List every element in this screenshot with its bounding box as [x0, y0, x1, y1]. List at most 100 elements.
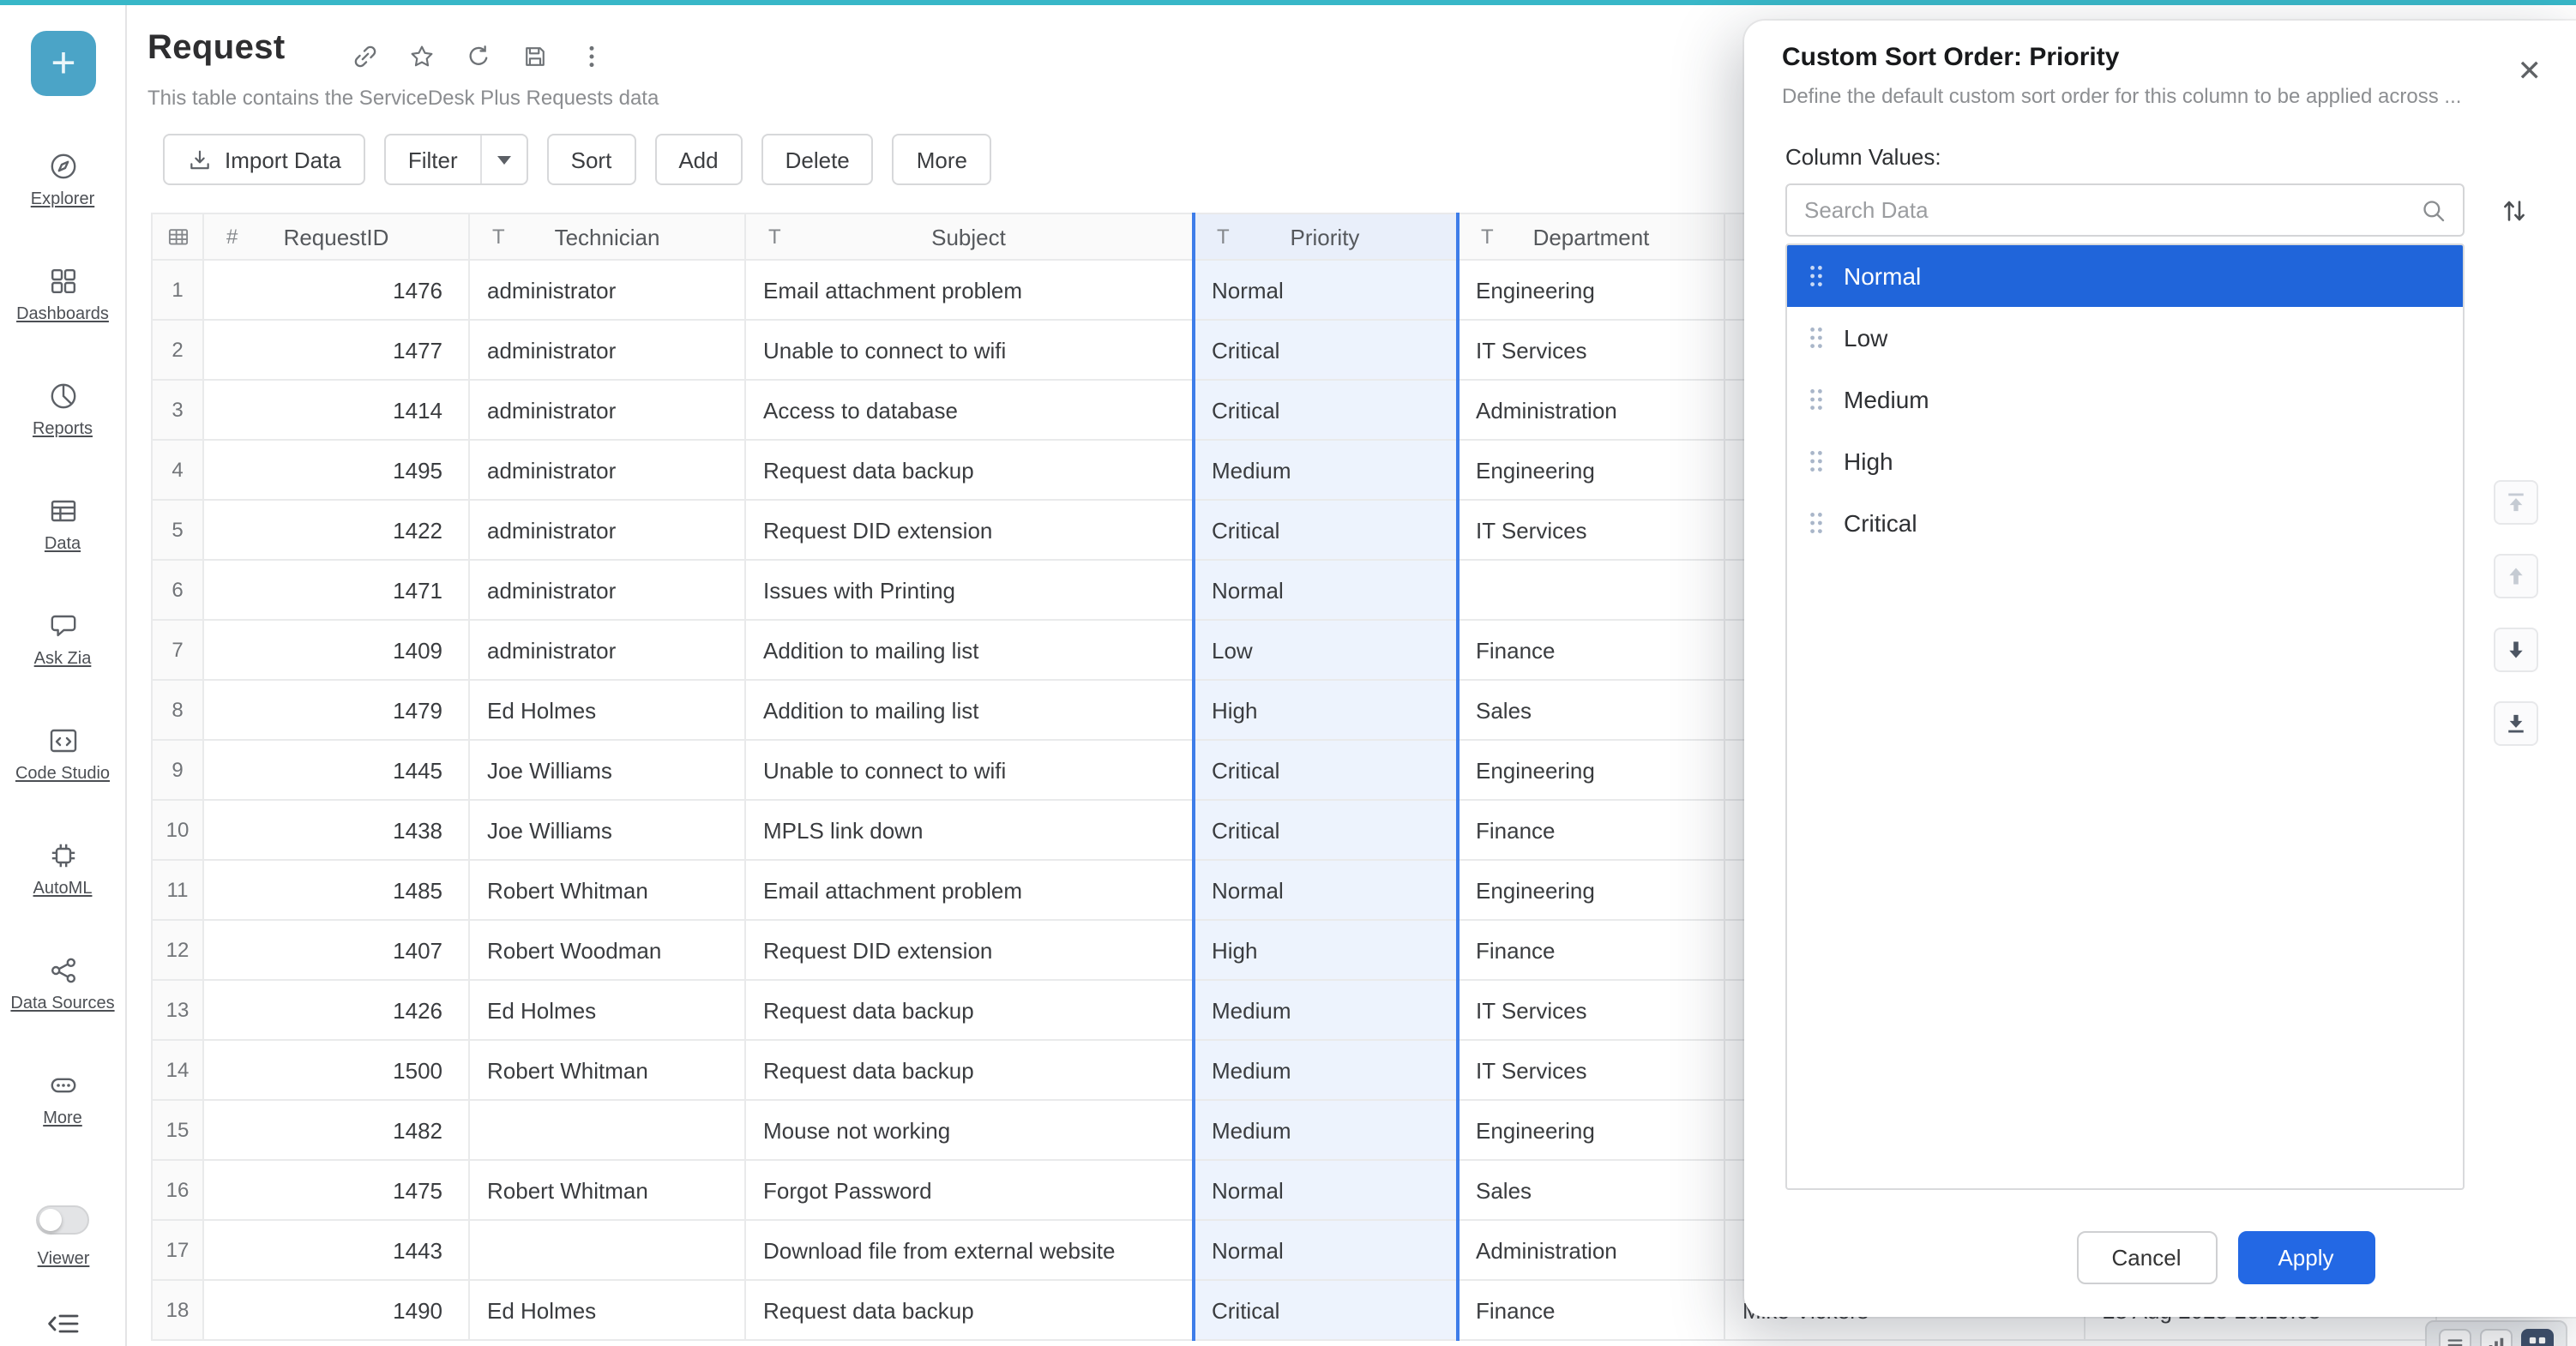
- cell-rownum[interactable]: 13: [152, 980, 203, 1040]
- move-top-button[interactable]: [2494, 480, 2538, 525]
- cell-subject[interactable]: Forgot Password: [745, 1160, 1193, 1220]
- cell-technician[interactable]: [469, 1220, 745, 1280]
- kebab-icon[interactable]: [578, 43, 605, 70]
- select-all-grid-icon[interactable]: [166, 225, 190, 249]
- column-header-rownum[interactable]: [152, 213, 203, 260]
- cell-request_id[interactable]: 1485: [203, 860, 469, 920]
- sort-direction-icon[interactable]: [2494, 190, 2535, 231]
- cell-request_id[interactable]: 1479: [203, 680, 469, 740]
- cell-rownum[interactable]: 9: [152, 740, 203, 800]
- refresh-icon[interactable]: [465, 43, 492, 70]
- column-header-priority[interactable]: TPriority: [1193, 213, 1457, 260]
- cell-priority[interactable]: Normal: [1193, 560, 1457, 620]
- drag-handle-icon[interactable]: [1808, 386, 1825, 413]
- cell-priority[interactable]: Critical: [1193, 740, 1457, 800]
- cell-rownum[interactable]: 3: [152, 380, 203, 440]
- sidebar-item-reports[interactable]: Reports: [0, 381, 125, 496]
- cell-subject[interactable]: Addition to mailing list: [745, 620, 1193, 680]
- sort-value-high[interactable]: High: [1787, 430, 2463, 492]
- drag-handle-icon[interactable]: [1808, 509, 1825, 537]
- cell-department[interactable]: Engineering: [1457, 260, 1724, 320]
- cell-priority[interactable]: Normal: [1193, 1220, 1457, 1280]
- sort-value-low[interactable]: Low: [1787, 307, 2463, 369]
- cell-subject[interactable]: Request data backup: [745, 1280, 1193, 1340]
- cell-subject[interactable]: Email attachment problem: [745, 260, 1193, 320]
- cell-rownum[interactable]: 1: [152, 260, 203, 320]
- cell-request_id[interactable]: 1490: [203, 1280, 469, 1340]
- cell-technician[interactable]: Robert Whitman: [469, 1160, 745, 1220]
- cell-priority[interactable]: Low: [1193, 620, 1457, 680]
- cell-rownum[interactable]: 11: [152, 860, 203, 920]
- cell-priority[interactable]: Normal: [1193, 860, 1457, 920]
- cell-technician[interactable]: Ed Holmes: [469, 680, 745, 740]
- create-button[interactable]: +: [31, 31, 96, 96]
- apply-button[interactable]: Apply: [2237, 1231, 2374, 1284]
- cell-rownum[interactable]: 6: [152, 560, 203, 620]
- cell-department[interactable]: Administration: [1457, 1220, 1724, 1280]
- cell-technician[interactable]: administrator: [469, 560, 745, 620]
- cell-subject[interactable]: Unable to connect to wifi: [745, 320, 1193, 380]
- sidebar-item-data[interactable]: Data: [0, 496, 125, 610]
- cell-department[interactable]: Engineering: [1457, 860, 1724, 920]
- cell-subject[interactable]: Request data backup: [745, 1040, 1193, 1100]
- grid-view-icon[interactable]: [2521, 1329, 2554, 1346]
- cell-request_id[interactable]: 1475: [203, 1160, 469, 1220]
- cell-department[interactable]: Sales: [1457, 680, 1724, 740]
- cell-department[interactable]: IT Services: [1457, 1040, 1724, 1100]
- cell-subject[interactable]: Email attachment problem: [745, 860, 1193, 920]
- search-input[interactable]: [1787, 185, 2463, 235]
- cell-priority[interactable]: Medium: [1193, 980, 1457, 1040]
- cell-rownum[interactable]: 7: [152, 620, 203, 680]
- column-header-request_id[interactable]: #RequestID: [203, 213, 469, 260]
- drag-handle-icon[interactable]: [1808, 324, 1825, 352]
- toolbar-filter-button[interactable]: Filter: [384, 134, 528, 185]
- cell-rownum[interactable]: 5: [152, 500, 203, 560]
- cell-request_id[interactable]: 1438: [203, 800, 469, 860]
- cell-request_id[interactable]: 1443: [203, 1220, 469, 1280]
- cell-technician[interactable]: administrator: [469, 380, 745, 440]
- cell-department[interactable]: Finance: [1457, 620, 1724, 680]
- link-icon[interactable]: [352, 43, 379, 70]
- cell-priority[interactable]: High: [1193, 680, 1457, 740]
- cell-technician[interactable]: Robert Woodman: [469, 920, 745, 980]
- sidebar-item-data-sources[interactable]: Data Sources: [0, 955, 125, 1070]
- column-header-subject[interactable]: TSubject: [745, 213, 1193, 260]
- collapse-sidebar-icon[interactable]: [46, 1308, 81, 1339]
- column-header-department[interactable]: TDepartment: [1457, 213, 1724, 260]
- list-view-icon[interactable]: [2439, 1329, 2471, 1346]
- cell-priority[interactable]: Medium: [1193, 440, 1457, 500]
- cell-priority[interactable]: Medium: [1193, 1040, 1457, 1100]
- cell-technician[interactable]: Joe Williams: [469, 740, 745, 800]
- chart-view-icon[interactable]: [2480, 1329, 2513, 1346]
- cell-technician[interactable]: Ed Holmes: [469, 1280, 745, 1340]
- cell-technician[interactable]: Ed Holmes: [469, 980, 745, 1040]
- cell-department[interactable]: IT Services: [1457, 980, 1724, 1040]
- cell-priority[interactable]: Critical: [1193, 380, 1457, 440]
- cell-request_id[interactable]: 1445: [203, 740, 469, 800]
- cell-request_id[interactable]: 1422: [203, 500, 469, 560]
- cell-priority[interactable]: High: [1193, 920, 1457, 980]
- cell-rownum[interactable]: 4: [152, 440, 203, 500]
- move-bottom-button[interactable]: [2494, 701, 2538, 746]
- cell-technician[interactable]: administrator: [469, 440, 745, 500]
- cell-rownum[interactable]: 12: [152, 920, 203, 980]
- cell-subject[interactable]: Request DID extension: [745, 920, 1193, 980]
- cell-rownum[interactable]: 16: [152, 1160, 203, 1220]
- cell-request_id[interactable]: 1500: [203, 1040, 469, 1100]
- cell-priority[interactable]: Normal: [1193, 260, 1457, 320]
- cell-technician[interactable]: Joe Williams: [469, 800, 745, 860]
- sidebar-item-ask-zia[interactable]: Ask Zia: [0, 610, 125, 725]
- sort-value-medium[interactable]: Medium: [1787, 369, 2463, 430]
- cell-request_id[interactable]: 1482: [203, 1100, 469, 1160]
- cell-subject[interactable]: Addition to mailing list: [745, 680, 1193, 740]
- cell-technician[interactable]: administrator: [469, 500, 745, 560]
- cell-rownum[interactable]: 17: [152, 1220, 203, 1280]
- cell-department[interactable]: [1457, 560, 1724, 620]
- cell-rownum[interactable]: 15: [152, 1100, 203, 1160]
- cell-technician[interactable]: [469, 1100, 745, 1160]
- cell-subject[interactable]: Access to database: [745, 380, 1193, 440]
- sort-value-normal[interactable]: Normal: [1787, 245, 2463, 307]
- cell-request_id[interactable]: 1476: [203, 260, 469, 320]
- cell-request_id[interactable]: 1409: [203, 620, 469, 680]
- cell-priority[interactable]: Critical: [1193, 320, 1457, 380]
